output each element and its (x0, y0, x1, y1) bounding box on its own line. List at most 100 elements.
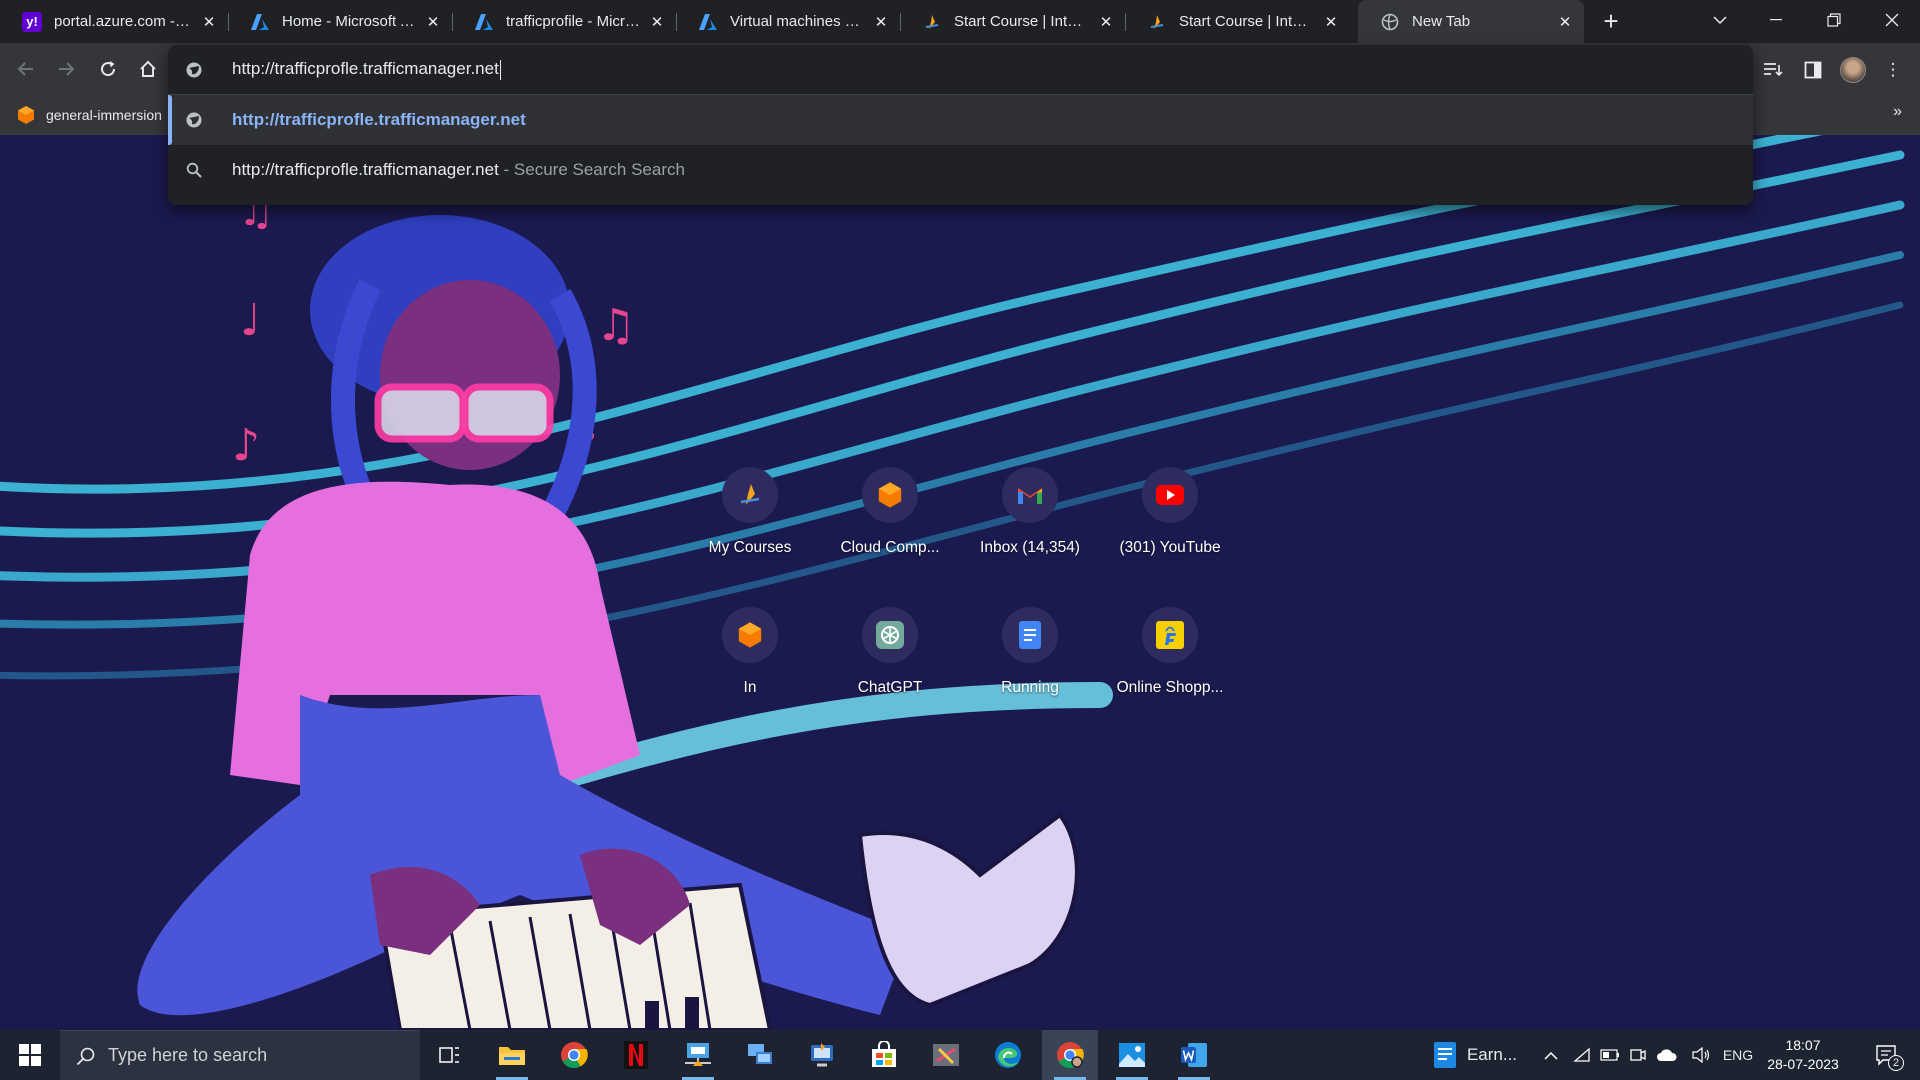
tab-new-tab[interactable]: New Tab ✕ (1358, 0, 1584, 43)
menu-kebab-icon[interactable]: ⋮ (1878, 55, 1908, 85)
forward-button[interactable] (50, 53, 82, 85)
omnibox-input[interactable]: http://trafficprofle.trafficmanager.net (168, 45, 1753, 94)
azure-icon (474, 12, 494, 32)
show-hidden-icons-button[interactable] (1538, 1030, 1564, 1080)
start-button[interactable] (0, 1030, 60, 1080)
shortcut-icon-circle (722, 607, 778, 663)
reading-list-icon[interactable] (1758, 55, 1788, 85)
omnibox-dropdown: http://trafficprofle.trafficmanager.net … (168, 45, 1753, 205)
chrome-newtab-icon (1380, 12, 1400, 32)
search-icon (184, 160, 204, 180)
tab-intellipaat-2[interactable]: Start Course | Intellipaat ✕ (1125, 0, 1350, 43)
bookmark-general-immersion[interactable]: general-immersion (16, 103, 162, 127)
profile-avatar[interactable] (1838, 55, 1868, 85)
notification-center-button[interactable]: 2 (1862, 1030, 1912, 1080)
chevron-up-icon (1544, 1051, 1558, 1060)
tab-title: Home - Microsoft Azure (282, 13, 416, 30)
shortcut-cloud-computing[interactable]: Cloud Comp... (820, 457, 960, 577)
battery-tray-icon[interactable] (1598, 1030, 1622, 1080)
minimize-button[interactable] (1748, 0, 1804, 40)
file-explorer-button[interactable] (484, 1030, 540, 1080)
forward-arrow-icon (59, 62, 75, 76)
device-tray-icon[interactable] (1626, 1030, 1650, 1080)
shortcut-running[interactable]: Running (960, 597, 1100, 717)
virtual-machine-button[interactable] (794, 1030, 850, 1080)
shortcut-youtube[interactable]: (301) YouTube (1100, 457, 1240, 577)
photos-icon (1119, 1043, 1145, 1067)
close-icon[interactable]: ✕ (872, 13, 890, 31)
shortcut-label: My Courses (708, 539, 792, 556)
store-icon (872, 1041, 896, 1067)
home-button[interactable] (132, 53, 164, 85)
close-icon[interactable]: ✕ (1322, 13, 1340, 31)
omnibox-suggestion-url[interactable]: http://trafficprofle.trafficmanager.net (168, 95, 1753, 145)
globe-icon (184, 60, 204, 80)
bookmarks-overflow-button[interactable]: » (1893, 103, 1902, 121)
intellipaat-icon (922, 12, 942, 32)
remote-desktop-button[interactable] (670, 1030, 726, 1080)
reload-button[interactable] (92, 53, 124, 85)
shortcut-chatgpt[interactable]: ChatGPT (820, 597, 960, 717)
virtual-machine-icon (811, 1043, 833, 1067)
tab-title: New Tab (1412, 13, 1471, 30)
onedrive-tray-icon[interactable] (1654, 1030, 1680, 1080)
tab-strip: y! portal.azure.com - Yahoo ✕ Home - Mic… (0, 0, 1920, 43)
omnibox-suggestion-search[interactable]: http://trafficprofle.trafficmanager.net … (168, 145, 1753, 195)
shortcut-icon-circle (722, 467, 778, 523)
close-window-button[interactable] (1864, 0, 1920, 40)
tab-trafficprofile[interactable]: trafficprofile - Microsoft Azure ✕ (452, 0, 676, 43)
side-panel-icon[interactable] (1798, 55, 1828, 85)
chrome-taskbar-button[interactable] (546, 1030, 602, 1080)
weather-widget[interactable]: Earn... (1420, 1030, 1530, 1080)
shortcut-online-shopping[interactable]: Online Shopp... (1100, 597, 1240, 717)
photos-taskbar-button[interactable] (1104, 1030, 1160, 1080)
shortcut-in[interactable]: In (680, 597, 820, 717)
task-view-button[interactable] (422, 1030, 478, 1080)
netflix-icon (624, 1041, 648, 1069)
weather-label: Earn... (1466, 1045, 1518, 1064)
close-icon[interactable]: ✕ (648, 13, 666, 31)
shortcut-icon-circle (1002, 467, 1058, 523)
clock-time: 18:07 (1785, 1037, 1821, 1053)
close-icon[interactable]: ✕ (1556, 13, 1574, 31)
restore-button[interactable] (1806, 0, 1862, 40)
tab-intellipaat-1[interactable]: Start Course | Intellipaat ✕ (900, 0, 1125, 43)
network-tray-icon[interactable] (1570, 1030, 1594, 1080)
microsoft-store-button[interactable] (856, 1030, 912, 1080)
shortcut-label: Online Shopp... (1116, 679, 1224, 696)
globe-icon (184, 110, 204, 130)
orange-cube-icon (738, 622, 762, 648)
close-icon[interactable]: ✕ (424, 13, 442, 31)
back-button[interactable] (10, 53, 42, 85)
chrome-profile-taskbar-button[interactable] (1042, 1030, 1098, 1080)
edge-taskbar-button[interactable] (980, 1030, 1036, 1080)
reload-icon (101, 61, 116, 77)
new-tab-button[interactable]: + (1596, 6, 1626, 36)
shortcut-inbox[interactable]: Inbox (14,354) (960, 457, 1100, 577)
volume-tray-icon[interactable] (1688, 1030, 1714, 1080)
suggestion-search-query: http://trafficprofle.trafficmanager.net (232, 160, 499, 179)
close-icon[interactable]: ✕ (1097, 13, 1115, 31)
snipping-tool-icon (933, 1044, 959, 1066)
netflix-taskbar-button[interactable] (608, 1030, 664, 1080)
tab-search-button[interactable] (1692, 0, 1748, 40)
taskbar-search-box[interactable]: Type here to search (60, 1030, 420, 1080)
tab-virtual-machines[interactable]: Virtual machines - Microsoft Azure ✕ (676, 0, 900, 43)
close-icon[interactable]: ✕ (200, 13, 218, 31)
snipping-tool-button[interactable] (918, 1030, 974, 1080)
tab-yahoo[interactable]: y! portal.azure.com - Yahoo ✕ (0, 0, 228, 43)
tab-title: Virtual machines - Microsoft Azure (730, 13, 864, 30)
search-icon (76, 1047, 95, 1065)
home-icon (140, 60, 156, 77)
chrome-icon (561, 1042, 588, 1069)
word-taskbar-button[interactable] (1166, 1030, 1222, 1080)
taskbar-clock[interactable]: 18:07 28-07-2023 (1758, 1036, 1848, 1074)
text-caret (499, 59, 501, 80)
back-arrow-icon (17, 62, 33, 76)
tab-azure-home[interactable]: Home - Microsoft Azure ✕ (228, 0, 452, 43)
network-app-button[interactable] (732, 1030, 788, 1080)
orange-cube-icon (878, 482, 902, 508)
language-indicator[interactable]: ENG (1718, 1030, 1758, 1080)
shortcut-my-courses[interactable]: My Courses (680, 457, 820, 577)
tab-title: Start Course | Intellipaat (954, 13, 1089, 30)
